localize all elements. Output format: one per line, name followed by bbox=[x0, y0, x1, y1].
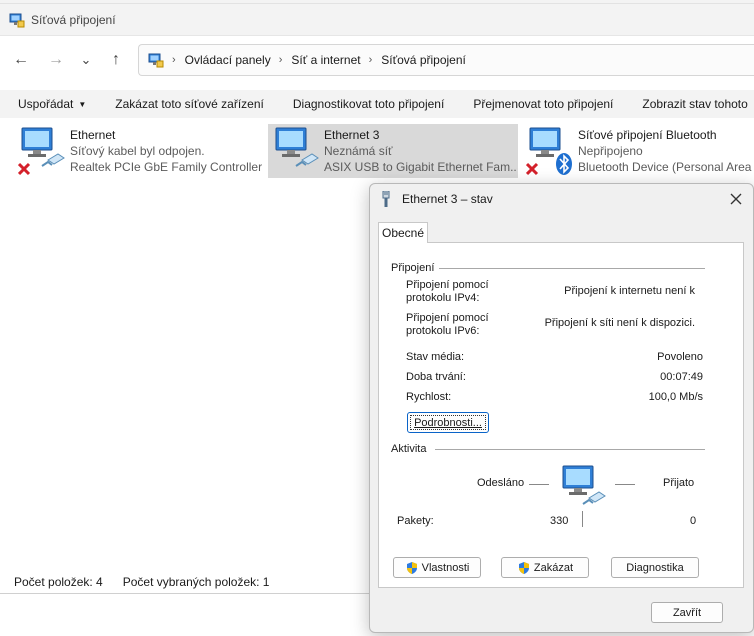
address-bar[interactable]: › Ovládací panely › Síť a internet › Síť… bbox=[138, 44, 754, 76]
breadcrumb-separator: › bbox=[278, 54, 283, 66]
diagnose-label: Diagnostika bbox=[626, 561, 684, 574]
sent-label: Odesláno bbox=[477, 477, 525, 489]
red-x-icon bbox=[18, 162, 31, 176]
rename-connection-button[interactable]: Přejmenovat toto připojení bbox=[473, 97, 613, 111]
connection-name: Síťové připojení Bluetooth bbox=[578, 128, 717, 142]
ipv6-value: Připojení k síti není k dispozici. bbox=[544, 317, 695, 329]
connection-name: Ethernet bbox=[70, 128, 116, 142]
connection-status: Nepřipojeno bbox=[578, 144, 643, 158]
network-adapter-icon bbox=[275, 127, 319, 167]
media-state-value: Povoleno bbox=[657, 351, 703, 363]
connection-device: Realtek PCIe GbE Family Controller bbox=[70, 160, 263, 174]
ethernet-plug-icon bbox=[382, 191, 390, 207]
network-adapter-icon bbox=[526, 127, 572, 176]
speed-value: 100,0 Mb/s bbox=[648, 391, 703, 403]
up-button[interactable]: ↑ bbox=[104, 48, 128, 72]
connection-device: ASIX USB to Gigabit Ethernet Fam... bbox=[324, 160, 516, 174]
ipv4-label-line: Připojení pomocí bbox=[406, 279, 489, 291]
connection-name: Ethernet 3 bbox=[324, 128, 380, 142]
general-tab-panel: Připojení Připojení pomocí protokolu IPv… bbox=[378, 242, 744, 588]
status-bar: Počet položek: 4 Počet vybraných položek… bbox=[0, 572, 269, 592]
media-state-label: Stav média: bbox=[406, 351, 465, 363]
ipv4-value: Připojení k internetu není k bbox=[564, 285, 695, 297]
organize-label: Uspořádat bbox=[18, 97, 74, 111]
disable-device-button[interactable]: Zakázat toto síťové zařízení bbox=[115, 97, 264, 111]
connection-status: Neznámá síť bbox=[324, 144, 393, 158]
breadcrumb-separator: › bbox=[172, 54, 176, 66]
dialog-title: Ethernet 3 – stav bbox=[402, 192, 493, 206]
ipv6-label-line: Připojení pomocí bbox=[406, 312, 489, 324]
close-icon[interactable] bbox=[727, 190, 745, 208]
recent-locations-button[interactable]: ⌄ bbox=[74, 48, 98, 72]
item-count: Počet položek: 4 bbox=[14, 575, 103, 589]
uac-shield-icon bbox=[406, 561, 417, 574]
group-divider bbox=[435, 449, 705, 450]
dialog-title-bar: Ethernet 3 – stav bbox=[370, 184, 753, 214]
disable-label: Zakázat bbox=[533, 561, 574, 574]
speed-label: Rychlost: bbox=[406, 391, 452, 403]
breadcrumb-separator: › bbox=[368, 54, 373, 66]
network-activity-icon bbox=[562, 465, 606, 505]
properties-button[interactable]: Vlastnosti bbox=[393, 557, 481, 578]
diagnose-button[interactable]: Diagnostika bbox=[611, 557, 699, 578]
breadcrumb-network-connections[interactable]: Síťová připojení bbox=[381, 53, 466, 67]
ipv4-label: Připojení pomocí protokolu IPv4: bbox=[406, 279, 489, 305]
red-x-icon bbox=[526, 162, 539, 176]
group-divider bbox=[439, 268, 705, 269]
properties-label: Vlastnosti bbox=[421, 561, 470, 574]
network-folder-icon bbox=[148, 53, 164, 68]
packets-sent-value: 330 bbox=[550, 515, 569, 527]
details-label: Podrobnosti... bbox=[414, 416, 482, 429]
uac-shield-icon bbox=[518, 561, 529, 574]
forward-button[interactable]: → bbox=[44, 48, 68, 72]
connection-status: Síťový kabel byl odpojen. bbox=[70, 144, 205, 158]
packets-divider bbox=[582, 511, 583, 527]
title-bar: Síťová připojení bbox=[0, 4, 754, 36]
breadcrumb-network-internet[interactable]: Síť a internet bbox=[291, 53, 360, 67]
bluetooth-icon bbox=[556, 153, 572, 175]
navigation-bar: ← → ⌄ ↑ › Ovládací panely › Síť a intern… bbox=[0, 36, 754, 84]
back-button[interactable]: ← bbox=[9, 48, 33, 72]
duration-label: Doba trvání: bbox=[406, 371, 466, 383]
chevron-down-icon: ▼ bbox=[78, 99, 87, 109]
packets-label: Pakety: bbox=[397, 515, 434, 527]
connection-item-ethernet-3[interactable]: Ethernet 3 Neznámá síť ASIX USB to Gigab… bbox=[268, 124, 518, 178]
sent-line bbox=[529, 484, 549, 485]
packets-received-value: 0 bbox=[690, 515, 697, 527]
connection-device: Bluetooth Device (Personal Area ... bbox=[578, 160, 754, 174]
window-title: Síťová připojení bbox=[31, 12, 116, 27]
ipv4-label-line: protokolu IPv4: bbox=[406, 292, 480, 304]
organize-button[interactable]: Uspořádat ▼ bbox=[18, 97, 86, 111]
details-button[interactable]: Podrobnosti... bbox=[407, 412, 489, 433]
ipv6-label-line: protokolu IPv6: bbox=[406, 325, 480, 337]
tab-general[interactable]: Obecné bbox=[378, 222, 428, 243]
disable-button[interactable]: Zakázat bbox=[501, 557, 589, 578]
ipv6-label: Připojení pomocí protokolu IPv6: bbox=[406, 312, 489, 338]
close-button[interactable]: Zavřít bbox=[651, 602, 723, 623]
selected-count: Počet vybraných položek: 1 bbox=[122, 575, 270, 589]
activity-group-title: Aktivita bbox=[391, 443, 427, 455]
view-status-button[interactable]: Zobrazit stav tohoto bbox=[642, 97, 747, 111]
network-adapter-icon bbox=[18, 127, 65, 176]
command-bar: Uspořádat ▼ Zakázat toto síťové zařízení… bbox=[0, 90, 754, 118]
network-folder-icon bbox=[9, 13, 25, 27]
received-line bbox=[615, 484, 635, 485]
connection-item-bluetooth[interactable]: Síťové připojení Bluetooth Nepřipojeno B… bbox=[522, 124, 754, 178]
breadcrumb-control-panel[interactable]: Ovládací panely bbox=[185, 53, 271, 67]
connection-group-title: Připojení bbox=[391, 262, 435, 274]
diagnose-connection-button[interactable]: Diagnostikovat toto připojení bbox=[293, 97, 444, 111]
duration-value: 00:07:49 bbox=[660, 371, 703, 383]
ethernet-status-dialog: Ethernet 3 – stav Obecné Připojení Připo… bbox=[369, 183, 754, 633]
received-label: Přijato bbox=[663, 477, 695, 489]
close-label: Zavřít bbox=[672, 606, 702, 619]
connection-item-ethernet[interactable]: Ethernet Síťový kabel byl odpojen. Realt… bbox=[14, 124, 264, 178]
